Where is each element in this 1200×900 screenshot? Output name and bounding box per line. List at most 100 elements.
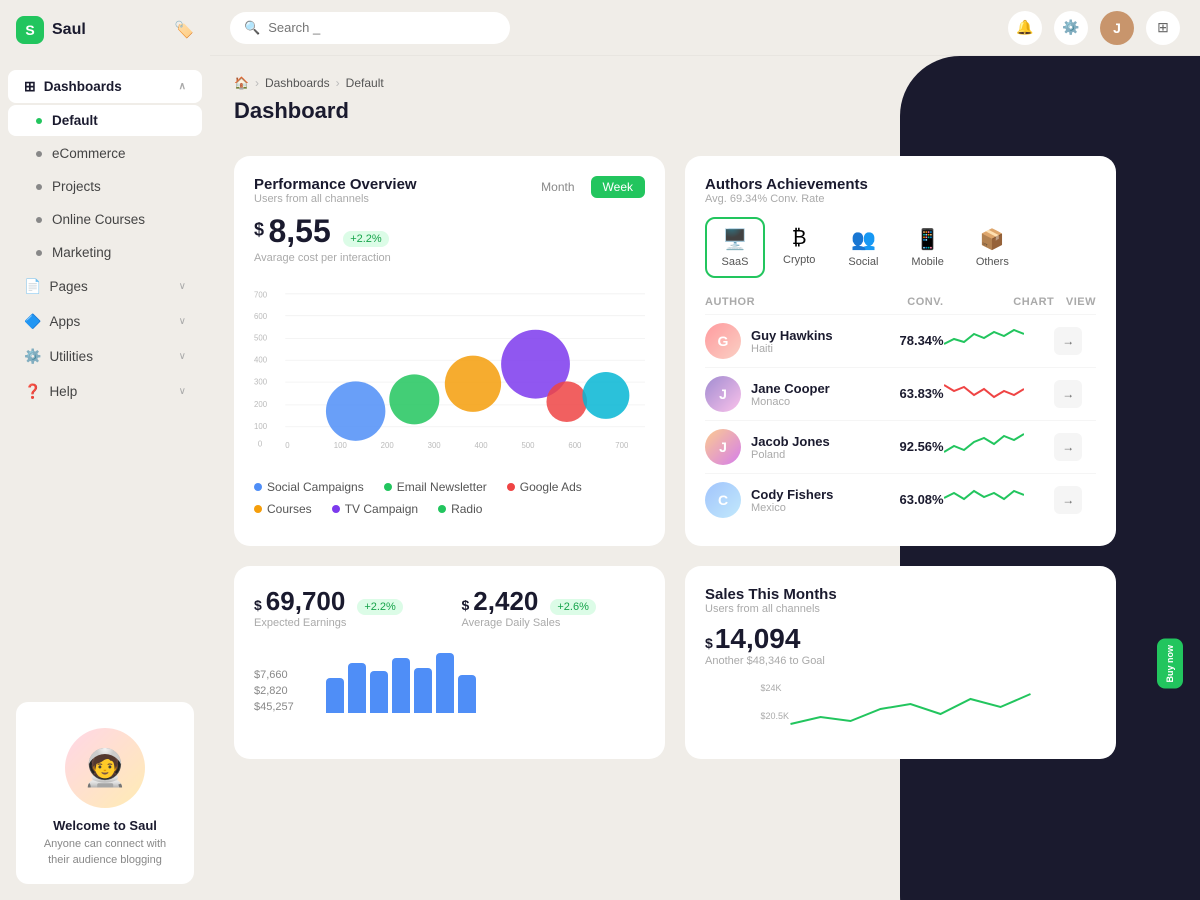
- topbar-right: 🔔 ⚙️ J ⊞: [1008, 11, 1180, 45]
- author-tab-mobile[interactable]: 📱 Mobile: [897, 217, 957, 278]
- sidebar-nav: ⊞ Dashboards ∧ Default eCommerce Project…: [0, 60, 210, 686]
- author-tab-social[interactable]: 👥 Social: [833, 217, 893, 278]
- author-tabs: 🖥️ SaaS ₿ Crypto 👥 Social 📱: [705, 217, 1096, 278]
- dashboard-grid: Performance Overview Users from all chan…: [234, 156, 1116, 546]
- earnings-currency2: $: [462, 597, 470, 613]
- saas-icon: 🖥️: [723, 227, 748, 252]
- sidebar-item-utilities[interactable]: ⚙️ Utilities ∨: [8, 340, 202, 373]
- rp-divider: [1155, 164, 1185, 165]
- social-icon: 👥: [851, 227, 876, 252]
- view-guy-button[interactable]: →: [1054, 327, 1082, 355]
- table-row: J Jane Cooper Monaco 63.83%: [705, 368, 1096, 421]
- crypto-icon: ₿: [792, 227, 807, 250]
- earnings-item-1: $ 69,700 +2.2% Expected Earnings: [254, 586, 438, 629]
- legend-google-ads: Google Ads: [507, 480, 582, 494]
- performance-card: Performance Overview Users from all chan…: [234, 156, 665, 546]
- crypto-label: Crypto: [783, 254, 815, 266]
- rp-settings-icon[interactable]: ⚙️: [1151, 315, 1189, 353]
- explore-label: Explore: [1165, 578, 1175, 609]
- rp-side-labels: Explore Help Buy now: [1157, 378, 1183, 888]
- view-jane-button[interactable]: →: [1054, 380, 1082, 408]
- author-tab-others[interactable]: 📦 Others: [962, 217, 1023, 278]
- search-input[interactable]: [268, 20, 496, 35]
- chevron-utilities-icon: ∨: [179, 351, 186, 362]
- bar-chart: [326, 653, 476, 713]
- mobile-label: Mobile: [911, 256, 943, 268]
- rp-add-icon[interactable]: ➕: [1151, 114, 1189, 152]
- legend-tv-campaign: TV Campaign: [332, 502, 418, 516]
- rp-user-icon[interactable]: 👤: [1151, 269, 1189, 307]
- sales-goal: Another $48,346 to Goal: [705, 655, 1096, 667]
- author-tab-crypto[interactable]: ₿ Crypto: [769, 217, 829, 278]
- rp-code-icon[interactable]: </>: [1151, 223, 1189, 261]
- amount3: $45,257: [254, 701, 314, 713]
- sidebar-label-online-courses: Online Courses: [52, 212, 145, 227]
- settings-button[interactable]: ⚙️: [1054, 11, 1088, 45]
- svg-text:700: 700: [615, 441, 629, 450]
- rp-calendar-icon[interactable]: 📅: [1151, 68, 1189, 106]
- app-name: Saul: [52, 21, 86, 39]
- author-name-cody: Cody Fishers: [751, 487, 833, 502]
- svg-text:0: 0: [285, 441, 290, 450]
- author-tab-saas[interactable]: 🖥️ SaaS: [705, 217, 765, 278]
- sidebar-item-apps[interactable]: 🔷 Apps ∨: [8, 305, 202, 338]
- svg-text:100: 100: [334, 441, 348, 450]
- sidebar-item-dashboards[interactable]: ⊞ Dashboards ∧: [8, 70, 202, 103]
- rp-grid-icon[interactable]: ⊞: [1151, 177, 1189, 215]
- sidebar-item-help[interactable]: ❓ Help ∨: [8, 375, 202, 408]
- rp-divider2: [1155, 365, 1185, 366]
- breadcrumb: 🏠 › Dashboards › Default: [234, 76, 1116, 90]
- conv-cody: 63.08%: [900, 492, 944, 507]
- sidebar-item-default[interactable]: Default: [8, 105, 202, 136]
- mini-chart-jacob: [944, 430, 1024, 460]
- sidebar-label-apps: Apps: [49, 314, 80, 329]
- amount1: $7,660: [254, 669, 314, 681]
- breadcrumb-sep2: ›: [336, 76, 340, 90]
- sidebar-label-default: Default: [52, 113, 98, 128]
- sidebar-item-projects[interactable]: Projects: [8, 171, 202, 202]
- mobile-icon: 📱: [915, 227, 940, 252]
- search-box[interactable]: 🔍: [230, 12, 510, 44]
- chart-legend: Social Campaigns Email Newsletter Google…: [254, 480, 645, 516]
- create-project-button[interactable]: Create Project: [992, 103, 1116, 136]
- tab-week[interactable]: Week: [591, 176, 645, 198]
- pin-icon[interactable]: 🏷️: [174, 20, 194, 40]
- table-row: G Guy Hawkins Haiti 78.34%: [705, 315, 1096, 368]
- col-view: VIEW: [1054, 290, 1096, 315]
- view-cody-button[interactable]: →: [1054, 486, 1082, 514]
- legend-label-email: Email Newsletter: [397, 480, 487, 494]
- notifications-button[interactable]: 🔔: [1008, 11, 1042, 45]
- legend-radio: Radio: [438, 502, 482, 516]
- others-label: Others: [976, 256, 1009, 268]
- currency-symbol: $: [254, 220, 264, 240]
- sidebar-label-dashboards: Dashboards: [44, 79, 122, 94]
- help-label: Help: [1165, 614, 1175, 633]
- svg-text:500: 500: [521, 441, 535, 450]
- col-author: AUTHOR: [705, 290, 883, 315]
- user-avatar[interactable]: J: [1100, 11, 1134, 45]
- sales-chart-svg: $24K $20.5K: [705, 679, 1096, 739]
- metric-label: Avarage cost per interaction: [254, 252, 645, 264]
- view-jacob-button[interactable]: →: [1054, 433, 1082, 461]
- avatar-jane: J: [705, 376, 741, 412]
- grid-button[interactable]: ⊞: [1146, 11, 1180, 45]
- sidebar-item-pages[interactable]: 📄 Pages ∨: [8, 270, 202, 303]
- sidebar-item-online-courses[interactable]: Online Courses: [8, 204, 202, 235]
- tab-month[interactable]: Month: [529, 176, 586, 198]
- sidebar-item-ecommerce[interactable]: eCommerce: [8, 138, 202, 169]
- sales-subtitle: Users from all channels: [705, 603, 1096, 615]
- author-loc-jane: Monaco: [751, 396, 830, 408]
- buy-now-button[interactable]: Buy now: [1157, 639, 1183, 689]
- svg-text:300: 300: [428, 441, 442, 450]
- breadcrumb-dashboards[interactable]: Dashboards: [265, 76, 330, 90]
- sidebar-item-marketing[interactable]: Marketing: [8, 237, 202, 268]
- legend-social-campaigns: Social Campaigns: [254, 480, 364, 494]
- breadcrumb-home[interactable]: 🏠: [234, 76, 249, 90]
- svg-text:600: 600: [568, 441, 582, 450]
- col-conv: CONV.: [883, 290, 944, 315]
- legend-email-newsletter: Email Newsletter: [384, 480, 487, 494]
- earnings-badge1: +2.2%: [357, 599, 403, 615]
- svg-text:700: 700: [254, 291, 268, 300]
- astronaut-illustration: 🧑‍🚀: [65, 728, 145, 808]
- bar-1: [326, 678, 344, 713]
